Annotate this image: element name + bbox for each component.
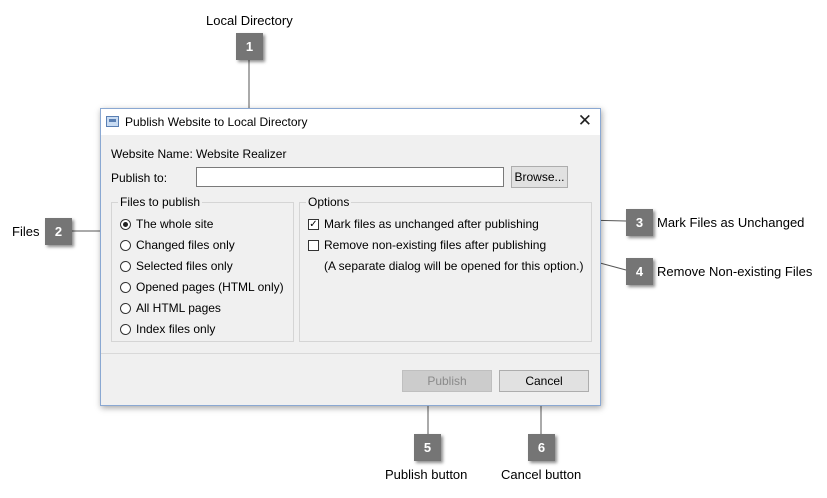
options-group-title: Options [306, 195, 352, 209]
radio-label: Index files only [136, 322, 216, 336]
checkbox-checked-icon[interactable]: ✓ [308, 218, 319, 230]
callout-local-directory-label: Local Directory [206, 13, 293, 28]
radio-label: Opened pages (HTML only) [136, 280, 284, 294]
files-to-publish-group: Files to publish The whole site Changed … [111, 195, 294, 342]
radio-label: Changed files only [136, 238, 235, 252]
callout-publish-button-label: Publish button [385, 467, 468, 482]
radio-label: Selected files only [136, 259, 233, 273]
callout-badge-4: 4 [626, 258, 653, 285]
options-group: Options ✓ Mark files as unchanged after … [299, 195, 592, 342]
radio-button[interactable] [120, 260, 131, 272]
files-group-title: Files to publish [118, 195, 203, 209]
radio-changed-files-only[interactable]: Changed files only [120, 238, 235, 252]
callout-badge-3: 3 [626, 209, 653, 236]
callout-cancel-button-label: Cancel button [501, 467, 582, 482]
footer-separator [101, 353, 600, 354]
cancel-button[interactable]: Cancel [499, 370, 589, 392]
radio-opened-pages[interactable]: Opened pages (HTML only) [120, 280, 284, 294]
checkbox-label: Remove non-existing files after publishi… [324, 238, 547, 252]
publish-to-label: Publish to: [111, 171, 168, 185]
callout-files-label: Files [12, 224, 40, 239]
publish-to-input[interactable] [196, 167, 504, 187]
callout-badge-5: 5 [414, 434, 441, 461]
checkbox-label: Mark files as unchanged after publishing [324, 217, 539, 231]
dialog-titlebar[interactable]: Publish Website to Local Directory ✕ [101, 109, 600, 135]
window-icon [106, 116, 119, 127]
radio-button[interactable] [120, 302, 131, 314]
close-icon[interactable]: ✕ [578, 112, 592, 130]
callout-remove-nonexisting-label: Remove Non-existing Files [657, 264, 813, 279]
radio-selected-files-only[interactable]: Selected files only [120, 259, 233, 273]
publish-button[interactable]: Publish [402, 370, 492, 392]
radio-button-checked[interactable] [120, 218, 131, 230]
radio-the-whole-site[interactable]: The whole site [120, 217, 213, 231]
checkbox-remove-nonexisting[interactable]: Remove non-existing files after publishi… [308, 238, 546, 252]
callout-badge-1: 1 [236, 33, 263, 60]
callout-badge-2: 2 [45, 218, 72, 245]
checkbox-unchecked[interactable] [308, 239, 319, 251]
browse-button[interactable]: Browse... [511, 166, 568, 188]
radio-label: All HTML pages [136, 301, 221, 315]
dialog-title: Publish Website to Local Directory [125, 115, 308, 129]
callout-badge-6: 6 [528, 434, 555, 461]
remove-option-note: (A separate dialog will be opened for th… [324, 259, 584, 273]
website-name-label: Website Name: [111, 147, 193, 161]
radio-button[interactable] [120, 323, 131, 335]
radio-label: The whole site [136, 217, 214, 231]
radio-all-html-pages[interactable]: All HTML pages [120, 301, 221, 315]
checkbox-mark-unchanged[interactable]: ✓ Mark files as unchanged after publishi… [308, 217, 539, 231]
callout-mark-unchanged-label: Mark Files as Unchanged [657, 215, 805, 230]
website-name-value: Website Realizer [196, 147, 287, 161]
radio-index-files-only[interactable]: Index files only [120, 322, 215, 336]
radio-button[interactable] [120, 239, 131, 251]
publish-dialog: Publish Website to Local Directory ✕ Web… [100, 108, 601, 406]
radio-button[interactable] [120, 281, 131, 293]
